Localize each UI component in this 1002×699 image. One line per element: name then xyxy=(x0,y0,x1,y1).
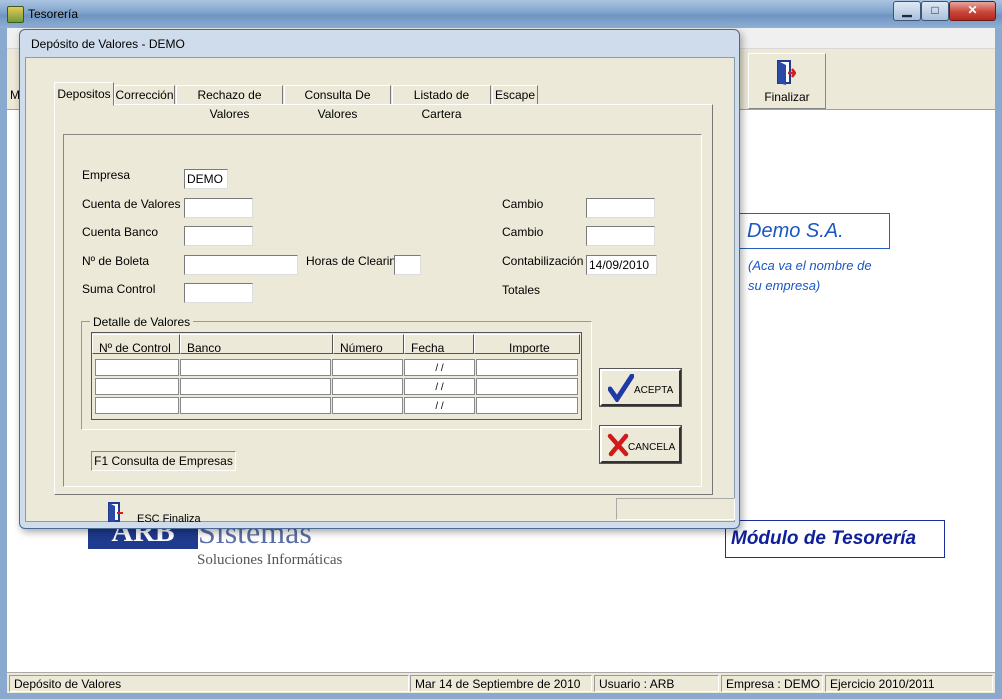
cambio-label-2: Cambio xyxy=(502,225,544,239)
finalizar-button[interactable]: Finalizar xyxy=(748,53,826,109)
grid-header-fecha: Fecha xyxy=(404,334,474,354)
grid-header-importe: Importe xyxy=(474,334,580,354)
empresa-field[interactable]: DEMO xyxy=(184,169,228,189)
cuenta-banco-label: Cuenta Banco xyxy=(82,225,159,239)
acepta-label: ACEPTA xyxy=(634,385,674,396)
grid-cell[interactable] xyxy=(95,397,179,414)
cancela-label: CANCELA xyxy=(628,442,676,453)
cambio-field-2[interactable] xyxy=(586,226,655,246)
esc-door-icon xyxy=(108,502,123,522)
suma-control-label: Suma Control xyxy=(82,282,156,296)
tab-escape[interactable]: Escape xyxy=(492,85,538,104)
status-bar: Depósito de Valores Mar 14 de Septiembre… xyxy=(7,672,995,694)
grid-date-cell[interactable]: / / xyxy=(404,359,475,376)
status-function: Depósito de Valores xyxy=(9,675,409,692)
company-hint: (Aca va el nombre de su empresa) xyxy=(748,256,898,296)
boleta-label: Nº de Boleta xyxy=(82,254,150,268)
status-company: Empresa : DEMO xyxy=(721,675,823,692)
tab-rechazo-valores[interactable]: Rechazo de Valores xyxy=(176,85,283,121)
tab-listado-cartera[interactable]: Listado de Cartera xyxy=(392,85,491,121)
grid-cell[interactable] xyxy=(476,359,578,376)
contabilizacion-date-field[interactable]: 14/09/2010 xyxy=(586,255,657,275)
grid-date-cell[interactable]: / / xyxy=(404,378,475,395)
empresa-label: Empresa xyxy=(82,168,131,182)
grid-cell[interactable] xyxy=(95,378,179,395)
status-fiscal-year: Ejercicio 2010/2011 xyxy=(825,675,993,692)
contabilizacion-label: Contabilización xyxy=(502,254,584,268)
esc-finaliza-label: ESC Finaliza xyxy=(137,513,201,525)
totales-label: Totales xyxy=(502,283,541,297)
cambio-field-1[interactable] xyxy=(586,198,655,218)
company-hint-line-1: (Aca va el nombre de xyxy=(748,258,872,273)
checkmark-icon xyxy=(608,374,634,402)
tab-consulta-valores[interactable]: Consulta De Valores xyxy=(284,85,391,121)
dialog-status-panel xyxy=(616,498,735,520)
grid-cell[interactable] xyxy=(332,359,403,376)
window-frame-left xyxy=(0,28,7,699)
grid-cell[interactable] xyxy=(476,397,578,414)
grid-cell[interactable] xyxy=(95,359,179,376)
app-icon xyxy=(7,6,24,23)
company-hint-line-2: su empresa) xyxy=(748,278,821,293)
grid-cell[interactable] xyxy=(180,397,331,414)
maximize-button[interactable]: □ xyxy=(921,1,949,21)
grid-cell[interactable] xyxy=(332,397,403,414)
close-button[interactable]: ✕ xyxy=(949,1,996,21)
cambio-label-1: Cambio xyxy=(502,197,544,211)
grid-header-banco: Banco xyxy=(180,334,333,354)
acepta-button[interactable]: ACEPTA xyxy=(599,368,682,407)
consulta-empresas-button[interactable]: F1 Consulta de Empresas xyxy=(91,451,236,471)
cuenta-valores-label: Cuenta de Valores xyxy=(82,197,181,211)
status-user: Usuario : ARB xyxy=(594,675,719,692)
company-name-box: Demo S.A. xyxy=(738,213,890,249)
cancela-button[interactable]: CANCELA xyxy=(599,425,682,464)
cuenta-valores-field[interactable] xyxy=(184,198,253,218)
module-title: Módulo de Tesorería xyxy=(731,528,917,549)
tab-depositos[interactable]: Depositos xyxy=(54,82,114,106)
boleta-field[interactable] xyxy=(184,255,298,275)
status-date: Mar 14 de Septiembre de 2010 xyxy=(410,675,592,692)
horas-clearing-field[interactable] xyxy=(394,255,421,275)
grid-cell[interactable] xyxy=(180,378,331,395)
cancel-x-icon xyxy=(607,433,629,457)
dialog-title: Depósito de Valores - DEMO xyxy=(31,37,185,51)
grid-header-numero: Número xyxy=(333,334,404,354)
logo-subtitle: Soluciones Informáticas xyxy=(197,552,343,568)
tab-correccion[interactable]: Corrección xyxy=(114,85,175,104)
window-title: Tesorería xyxy=(28,7,79,21)
suma-control-field[interactable] xyxy=(184,283,253,303)
window-frame-bottom xyxy=(0,693,1002,699)
grid-cell[interactable] xyxy=(332,378,403,395)
detalle-valores-title: Detalle de Valores xyxy=(90,315,194,329)
minimize-button[interactable]: ▁ xyxy=(893,1,921,21)
company-name: Demo S.A. xyxy=(747,220,844,242)
window-title-bar: Tesorería ▁ □ ✕ xyxy=(0,0,1002,29)
window-frame-right xyxy=(995,28,1002,699)
exit-door-icon xyxy=(777,60,796,85)
module-title-box: Módulo de Tesorería xyxy=(725,520,945,558)
grid-cell[interactable] xyxy=(180,359,331,376)
finalizar-label: Finalizar xyxy=(764,90,810,104)
grid-header-control: Nº de Control xyxy=(92,334,180,354)
cuenta-banco-field[interactable] xyxy=(184,226,253,246)
horas-clearing-label: Horas de Clearing xyxy=(306,254,403,268)
grid-date-cell[interactable]: / / xyxy=(404,397,475,414)
grid-cell[interactable] xyxy=(476,378,578,395)
